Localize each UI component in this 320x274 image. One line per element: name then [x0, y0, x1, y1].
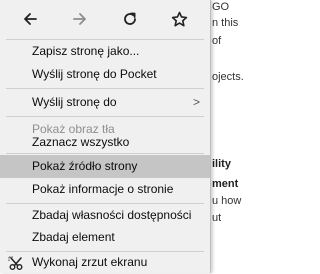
reload-icon	[124, 12, 136, 25]
menu-item-save-page[interactable]: Zapisz stronę jako...	[0, 40, 210, 63]
menu-item-view-page-source[interactable]: Pokaż źródło strony	[0, 155, 210, 178]
bg-text-fragment: ut	[212, 212, 222, 224]
menu-item-inspect-accessibility[interactable]: Zbadaj własności dostępności	[0, 204, 210, 227]
chevron-right-icon: >	[192, 95, 200, 109]
bg-text-fragment: u how	[212, 195, 242, 207]
menu-separator	[6, 88, 204, 89]
forward-button[interactable]	[67, 6, 93, 32]
screenshot-scissors-icon	[8, 256, 23, 270]
menu-item-select-all[interactable]: Zaznacz wszystko	[0, 131, 210, 154]
bg-text-fragment: n this	[212, 17, 239, 29]
arrow-left-icon	[24, 13, 37, 25]
bg-text-fragment: of	[212, 35, 222, 47]
navigation-row	[0, 0, 210, 38]
menu-item-send-to-pocket[interactable]: Wyślij stronę do Pocket	[0, 63, 210, 86]
back-button[interactable]	[17, 6, 43, 32]
menu-item-inspect-element[interactable]: Zbadaj element	[0, 226, 210, 249]
bookmark-button[interactable]	[166, 6, 192, 32]
reload-button[interactable]	[117, 6, 143, 32]
arrow-right-icon	[73, 13, 86, 25]
menu-item-view-page-info[interactable]: Pokaż informacje o stronie	[0, 178, 210, 201]
bg-text-fragment: ility	[212, 158, 231, 170]
bg-text-fragment: ojects.	[212, 71, 244, 83]
page-context-menu: Zapisz stronę jako... Wyślij stronę do P…	[0, 0, 211, 273]
menu-item-send-page-to[interactable]: Wyślij stronę do >	[0, 91, 210, 114]
menu-separator	[6, 153, 204, 154]
star-outline-icon	[171, 11, 187, 26]
menu-separator	[6, 116, 204, 117]
menu-item-take-screenshot[interactable]: Wykonaj zrzut ekranu	[0, 251, 210, 274]
bg-text-fragment: GO	[212, 1, 230, 13]
bg-text-fragment: ment	[212, 178, 239, 190]
